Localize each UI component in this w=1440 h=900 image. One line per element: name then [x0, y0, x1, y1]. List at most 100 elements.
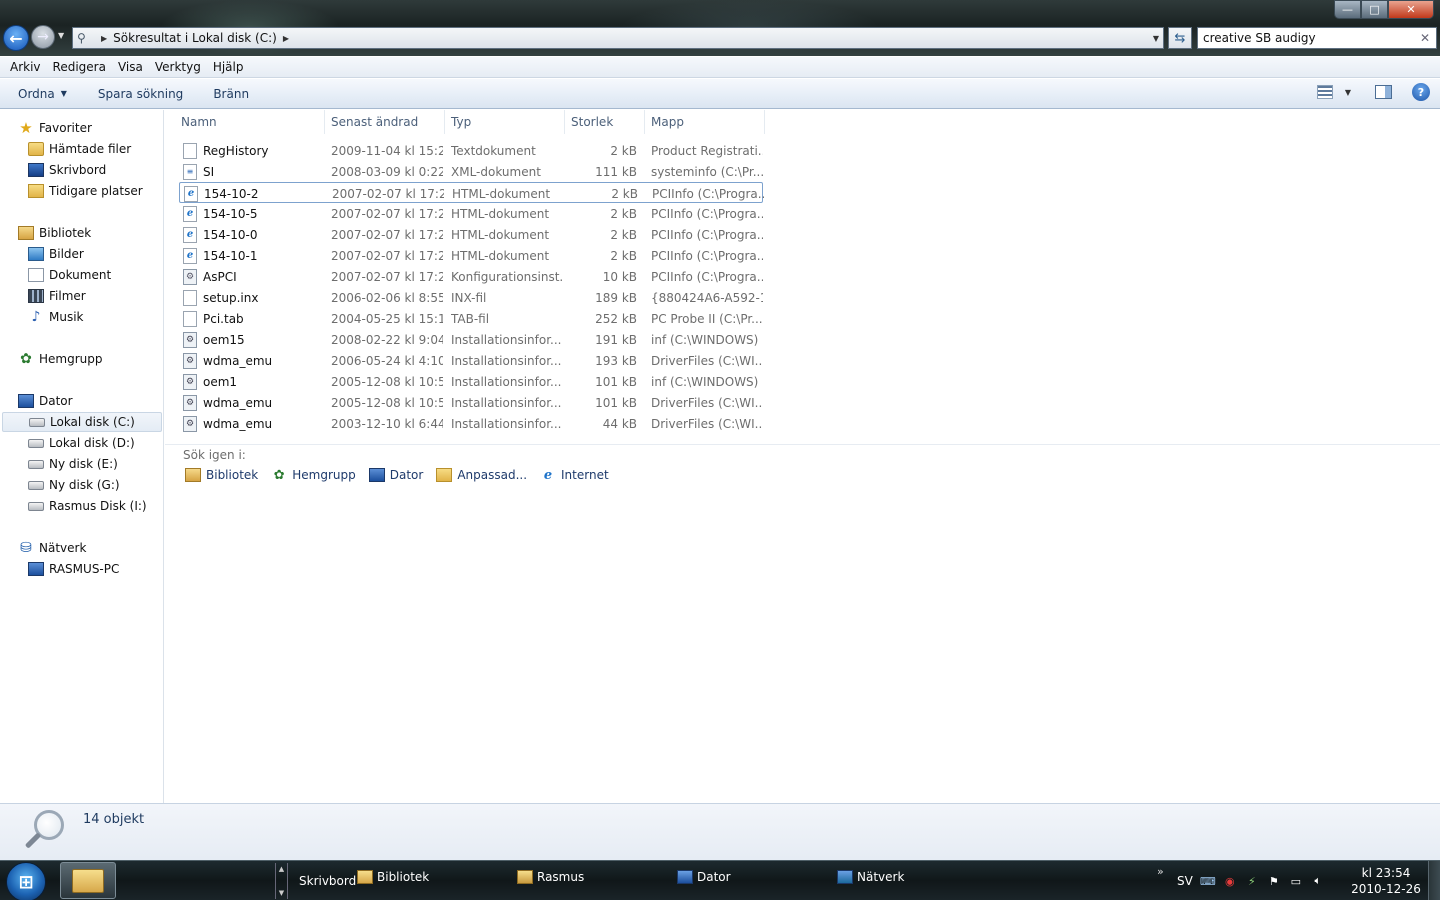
file-row[interactable]: ⚙ wdma_emu 2003-12-10 kl 6:44 Installatio… [179, 413, 763, 434]
taskbar-item-network[interactable]: Nätverk [837, 857, 904, 897]
search-again-libraries[interactable]: Bibliotek [185, 468, 258, 482]
taskbar-item-computer[interactable]: Dator [677, 857, 731, 897]
volume-icon[interactable]: 🔈︎ [1311, 874, 1325, 888]
sidebar-item-label: Favoriter [39, 121, 92, 135]
column-header-modified[interactable]: Senast ändrad [325, 110, 445, 134]
menu-verktyg[interactable]: Verktyg [149, 60, 207, 74]
sidebar-item-drive-e[interactable]: Ny disk (E:) [28, 454, 118, 474]
recent-pages-dropdown[interactable]: ▼ [58, 31, 64, 40]
file-row[interactable]: e 154-10-0 2007-02-07 kl 17:26 HTML-dokum… [179, 224, 763, 245]
action-center-flag-icon[interactable]: ⚑ [1267, 874, 1281, 888]
back-button[interactable]: ← [3, 25, 29, 51]
change-view-icon[interactable] [1316, 85, 1333, 99]
organize-button[interactable]: Ordna ▼ [0, 87, 80, 101]
sidebar-item-computer[interactable]: Dator [18, 391, 73, 411]
help-icon[interactable]: ? [1412, 83, 1430, 101]
antivirus-icon[interactable]: ◉ [1223, 874, 1237, 888]
clock[interactable]: kl 23:54 2010-12-26 [1348, 865, 1424, 897]
menu-redigera[interactable]: Redigera [47, 60, 112, 74]
file-row[interactable]: ⚙ wdma_emu 2005-12-08 kl 10:54 Installati… [179, 392, 763, 413]
taskbar-item-rasmus[interactable]: Rasmus [517, 857, 584, 897]
file-row[interactable]: setup.inx 2006-02-06 kl 8:55 INX-fil 189… [179, 287, 763, 308]
file-row[interactable]: e 154-10-1 2007-02-07 kl 17:26 HTML-dokum… [179, 245, 763, 266]
sidebar-item-downloads[interactable]: Hämtade filer [28, 139, 131, 159]
sidebar-item-homegroup[interactable]: ✿ Hemgrupp [18, 349, 102, 369]
file-row[interactable]: ≡ SI 2008-03-09 kl 0:22 XML-dokument 111 … [179, 161, 763, 182]
column-header-name[interactable]: Namn [175, 110, 325, 134]
sidebar-item-recent-places[interactable]: Tidigare platser [28, 181, 143, 201]
menu-arkiv[interactable]: Arkiv [4, 60, 47, 74]
search-input[interactable] [1203, 31, 1413, 45]
clear-search-icon[interactable]: ✕ [1420, 31, 1430, 45]
minimize-button[interactable]: — [1334, 0, 1361, 19]
search-again-homegroup[interactable]: ✿ Hemgrupp [271, 468, 356, 483]
sidebar-item-libraries[interactable]: Bibliotek [18, 223, 91, 243]
language-indicator[interactable]: SV [1177, 874, 1193, 888]
burn-button[interactable]: Bränn [196, 87, 262, 101]
start-button[interactable]: ⊞ [6, 862, 46, 900]
file-row[interactable]: e 154-10-2 2007-02-07 kl 17:26 HTML-dokum… [179, 182, 764, 203]
search-again-computer[interactable]: Dator [368, 468, 423, 482]
save-search-button[interactable]: Spara sökning [80, 87, 196, 101]
sidebar-item-network[interactable]: ⛁ Nätverk [18, 538, 86, 558]
sidebar-item-pictures[interactable]: Bilder [28, 244, 84, 264]
taskbar-desktop-toolbar[interactable]: Skrivbord [299, 861, 356, 900]
file-row[interactable]: ⚙ oem15 2008-02-22 kl 9:04 Installationsi… [179, 329, 763, 350]
file-name: oem1 [203, 374, 238, 389]
sidebar-item-favorites[interactable]: ★ Favoriter [18, 118, 92, 138]
sidebar-item-documents[interactable]: Dokument [28, 265, 111, 285]
close-button[interactable]: ✕ [1388, 0, 1434, 19]
column-header-folder[interactable]: Mapp [645, 110, 765, 134]
refresh-icon: ⇆ [1174, 30, 1186, 46]
file-folder: systeminfo (C:\Pr... [651, 164, 763, 179]
keyboard-icon[interactable]: ⌨ [1200, 874, 1216, 888]
address-dropdown-icon[interactable]: ▼ [1153, 34, 1159, 43]
sidebar-item-music[interactable]: ♪ Musik [28, 307, 84, 327]
sidebar-item-drive-d[interactable]: Lokal disk (D:) [28, 433, 135, 453]
file-row[interactable]: Pci.tab 2004-05-25 kl 15:19 TAB-fil 252 … [179, 308, 763, 329]
taskbar-scroll[interactable]: ▲ ▼ [275, 863, 288, 899]
file-folder: Product Registrati... [651, 143, 763, 158]
sidebar-item-drive-i[interactable]: Rasmus Disk (I:) [28, 496, 147, 516]
menu-visa[interactable]: Visa [112, 60, 149, 74]
preview-pane-icon[interactable] [1375, 85, 1392, 99]
file-name: AsPCI [203, 269, 237, 284]
file-row[interactable]: ⚙ AsPCI 2007-02-07 kl 17:26 Konfiguration… [179, 266, 763, 287]
taskbar-item-libraries[interactable]: Bibliotek [357, 857, 429, 897]
sidebar-item-rasmus-pc[interactable]: RASMUS-PC [28, 559, 119, 579]
file-folder: PCIInfo (C:\Progra... [651, 227, 763, 242]
tray-overflow-chevron-icon[interactable]: » [1157, 865, 1164, 878]
column-header-size[interactable]: Storlek [565, 110, 645, 134]
address-bar[interactable]: ⚲ ▶ Sökresultat i Lokal disk (C:) ▶ ▼ [72, 27, 1164, 49]
file-type: Konfigurationsinst... [451, 269, 563, 284]
sidebar-item-drive-c[interactable]: Lokal disk (C:) [2, 412, 162, 432]
search-again-internet[interactable]: e Internet [540, 468, 609, 483]
file-row[interactable]: ⚙ oem1 2005-12-08 kl 10:54 Installationsi… [179, 371, 763, 392]
forward-button[interactable]: → [31, 25, 55, 49]
breadcrumb-chevron-icon[interactable]: ▶ [283, 34, 289, 43]
file-row[interactable]: ⚙ wdma_emu 2006-05-24 kl 4:10 Installatio… [179, 350, 763, 371]
breadcrumb-search-results[interactable]: Sökresultat i Lokal disk (C:) [113, 31, 277, 45]
sidebar-item-label: Dator [39, 394, 73, 408]
search-again-custom[interactable]: Anpassad... [436, 468, 527, 482]
search-box[interactable]: ✕ [1197, 27, 1437, 49]
command-bar: Ordna ▼ Spara sökning Bränn ▼ ? [0, 79, 1440, 109]
menu-hjalp[interactable]: Hjälp [207, 60, 250, 74]
sidebar-item-drive-g[interactable]: Ny disk (G:) [28, 475, 120, 495]
sidebar-item-videos[interactable]: Filmer [28, 286, 86, 306]
maximize-button[interactable]: □ [1361, 0, 1388, 19]
column-header-type[interactable]: Typ [445, 110, 565, 134]
network-status-icon[interactable]: ▭ [1289, 874, 1303, 888]
hard-drive-icon [28, 501, 44, 511]
file-row[interactable]: e 154-10-5 2007-02-07 kl 17:26 HTML-dokum… [179, 203, 763, 224]
file-row[interactable]: RegHistory 2009-11-04 kl 15:22 Textdokum… [179, 140, 763, 161]
refresh-button[interactable]: ⇆ [1168, 27, 1192, 49]
view-options-chevron-icon[interactable]: ▼ [1345, 88, 1351, 97]
show-desktop-button[interactable] [1428, 861, 1440, 900]
safely-remove-icon[interactable]: ⚡ [1245, 874, 1259, 888]
taskbar-explorer-button[interactable] [60, 862, 116, 899]
file-size: 2 kB [610, 206, 637, 221]
sidebar-item-desktop[interactable]: Skrivbord [28, 160, 106, 180]
breadcrumb-chevron-icon[interactable]: ▶ [101, 34, 107, 43]
file-type: Installationsinfor... [451, 374, 562, 389]
